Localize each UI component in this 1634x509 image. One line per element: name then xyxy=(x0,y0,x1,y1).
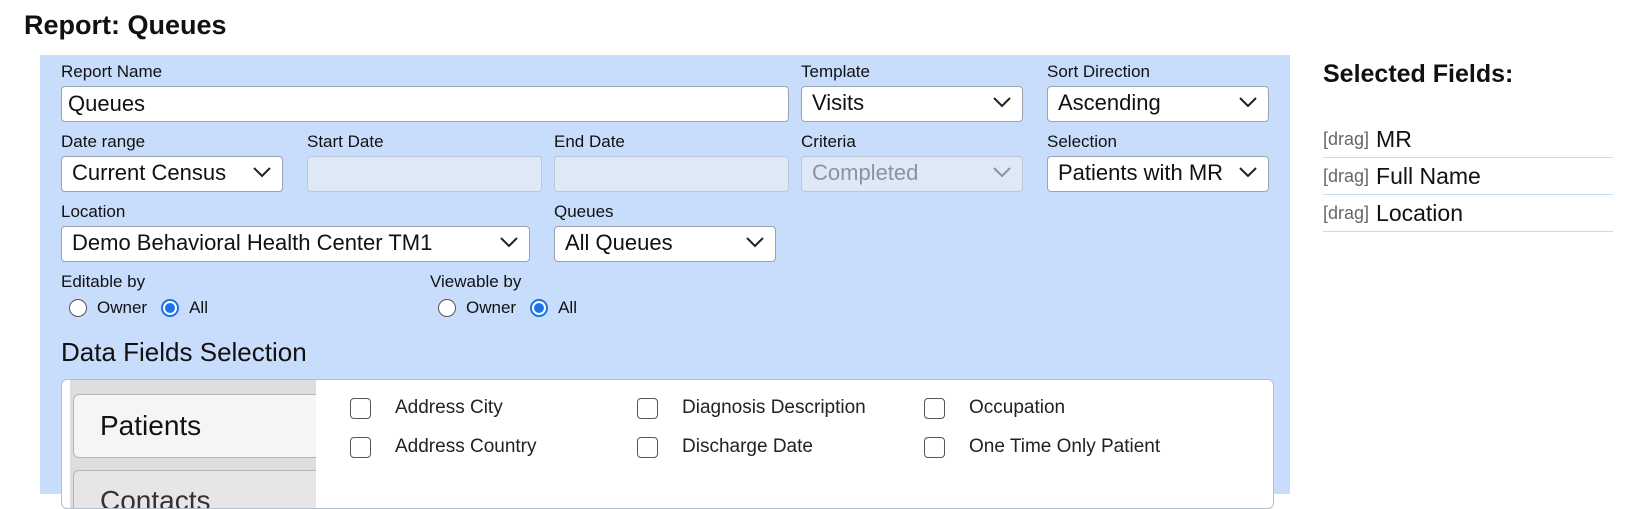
selection-select[interactable]: Patients with MR xyxy=(1047,156,1269,192)
queues-value: All Queues xyxy=(565,230,673,255)
field-label: Address City xyxy=(395,397,503,418)
date-range-value: Current Census xyxy=(72,160,227,185)
field-option[interactable]: One Time Only Patient xyxy=(924,436,1160,458)
template-value: Visits xyxy=(812,90,865,115)
end-date-label: End Date xyxy=(554,132,625,151)
chevron-down-icon xyxy=(1239,97,1257,108)
editable-by-all-label: All xyxy=(189,298,208,317)
field-option[interactable]: Occupation xyxy=(924,397,1065,419)
selected-fields-list: [drag] MR [drag] Full Name [drag] Locati… xyxy=(1323,121,1613,232)
start-date-label: Start Date xyxy=(307,132,384,151)
selected-fields-title: Selected Fields: xyxy=(1323,60,1514,88)
viewable-by-radio-group: Owner All xyxy=(438,298,591,318)
field-label: Diagnosis Description xyxy=(682,397,866,418)
selected-field-item[interactable]: [drag] MR xyxy=(1323,121,1613,158)
chevron-down-icon xyxy=(993,167,1011,178)
selected-field-label: Full Name xyxy=(1376,162,1481,189)
date-range-select[interactable]: Current Census xyxy=(61,156,283,192)
date-range-label: Date range xyxy=(61,132,146,151)
location-label: Location xyxy=(61,202,126,221)
report-name-label: Report Name xyxy=(61,62,163,81)
selected-field-item[interactable]: [drag] Location xyxy=(1323,195,1613,232)
viewable-by-owner-label: Owner xyxy=(466,298,517,317)
field-checkbox[interactable] xyxy=(637,397,658,419)
page-title: Report: Queues xyxy=(24,10,227,40)
sort-direction-label: Sort Direction xyxy=(1047,62,1150,81)
queues-select[interactable]: All Queues xyxy=(554,226,776,262)
selected-field-label: MR xyxy=(1376,125,1412,152)
field-checkbox[interactable] xyxy=(637,436,658,458)
selected-field-item[interactable]: [drag] Full Name xyxy=(1323,158,1613,195)
drag-handle[interactable]: [drag] xyxy=(1323,129,1369,150)
chevron-down-icon xyxy=(253,167,271,178)
location-select[interactable]: Demo Behavioral Health Center TM1 xyxy=(61,226,530,262)
field-option[interactable]: Discharge Date xyxy=(637,436,813,458)
selected-field-label: Location xyxy=(1376,199,1463,226)
field-label: Address Country xyxy=(395,436,537,457)
template-select[interactable]: Visits xyxy=(801,86,1023,122)
chevron-down-icon xyxy=(1239,167,1257,178)
criteria-value: Completed xyxy=(812,160,919,185)
tab-contacts[interactable]: Contacts xyxy=(73,470,316,508)
start-date-input[interactable] xyxy=(307,156,542,192)
field-option[interactable]: Diagnosis Description xyxy=(637,397,866,419)
field-checkbox[interactable] xyxy=(350,397,371,419)
chevron-down-icon xyxy=(746,237,764,248)
editable-by-label: Editable by xyxy=(61,272,146,291)
criteria-label: Criteria xyxy=(801,132,856,151)
sort-direction-value: Ascending xyxy=(1058,90,1161,115)
viewable-by-all-radio[interactable] xyxy=(530,299,549,317)
chevron-down-icon xyxy=(500,237,518,248)
field-checkbox[interactable] xyxy=(924,397,945,419)
template-label: Template xyxy=(801,62,870,81)
data-fields-box: Patients Contacts Address City Address C… xyxy=(61,379,1274,509)
field-checkbox[interactable] xyxy=(924,436,945,458)
editable-by-radio-group: Owner All xyxy=(69,298,222,318)
criteria-select[interactable]: Completed xyxy=(801,156,1023,192)
field-label: Discharge Date xyxy=(682,436,813,457)
end-date-input[interactable] xyxy=(554,156,789,192)
editable-by-owner-label: Owner xyxy=(97,298,148,317)
editable-by-all-radio[interactable] xyxy=(161,299,180,317)
queues-label: Queues xyxy=(554,202,614,221)
field-label: One Time Only Patient xyxy=(969,436,1161,457)
field-label: Occupation xyxy=(969,397,1066,418)
location-value: Demo Behavioral Health Center TM1 xyxy=(72,230,433,255)
viewable-by-all-label: All xyxy=(558,298,577,317)
field-option[interactable]: Address Country xyxy=(350,436,537,458)
tab-patients[interactable]: Patients xyxy=(73,394,316,458)
report-name-input[interactable] xyxy=(61,86,789,122)
viewable-by-label: Viewable by xyxy=(430,272,522,291)
viewable-by-owner-radio[interactable] xyxy=(438,299,456,317)
sort-direction-select[interactable]: Ascending xyxy=(1047,86,1269,122)
field-checkbox[interactable] xyxy=(350,436,371,458)
field-option[interactable]: Address City xyxy=(350,397,503,419)
data-fields-title: Data Fields Selection xyxy=(61,337,307,367)
chevron-down-icon xyxy=(993,97,1011,108)
drag-handle[interactable]: [drag] xyxy=(1323,166,1369,187)
category-tab-strip: Patients Contacts xyxy=(70,380,316,508)
selection-label: Selection xyxy=(1047,132,1117,151)
drag-handle[interactable]: [drag] xyxy=(1323,203,1369,224)
editable-by-owner-radio[interactable] xyxy=(69,299,87,317)
selection-value: Patients with MR xyxy=(1058,160,1224,185)
